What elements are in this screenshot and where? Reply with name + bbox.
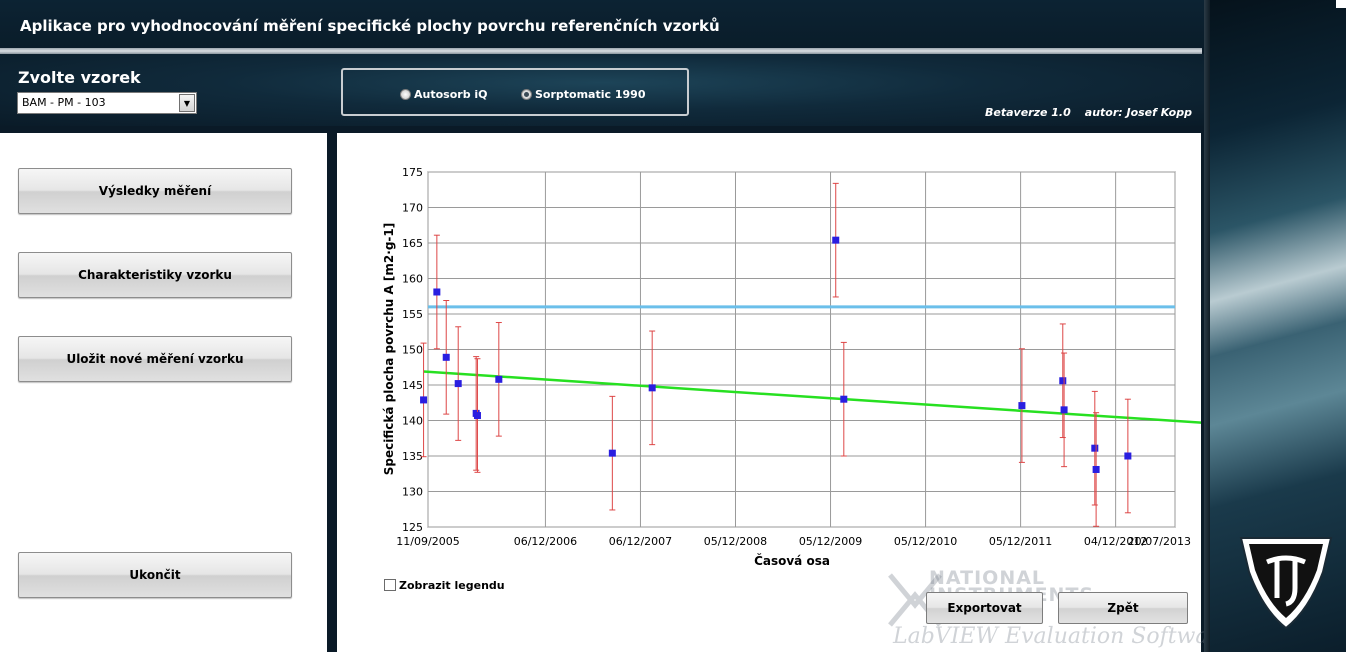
version-label: Betaverze 1.0	[985, 106, 1071, 119]
y-tick-label: 155	[402, 308, 423, 321]
radio-autosorb-label: Autosorb iQ	[414, 88, 488, 101]
sample-label: Zvolte vzorek	[18, 68, 141, 87]
x-tick-label: 05/12/2011	[989, 535, 1052, 548]
x-tick-label: 05/12/2010	[894, 535, 957, 548]
x-tick-label: 06/12/2006	[514, 535, 577, 548]
data-point	[433, 288, 441, 296]
data-point	[420, 396, 428, 404]
data-point	[832, 236, 840, 244]
y-tick-label: 125	[402, 521, 423, 534]
back-button[interactable]: Zpět	[1058, 592, 1188, 624]
sample-select-value: BAM - PM - 103	[22, 96, 106, 109]
data-point	[473, 412, 481, 420]
data-point	[1092, 465, 1100, 473]
device-selector: Autosorb iQ Sorptomatic 1990	[341, 68, 689, 116]
radio-button-checked-icon[interactable]	[521, 89, 532, 100]
y-tick-label: 160	[402, 273, 423, 286]
university-logo-icon	[1239, 537, 1333, 630]
radio-autosorb[interactable]: Autosorb iQ	[400, 88, 488, 101]
title-bar: Aplikace pro vyhodnocování měření specif…	[0, 0, 1204, 50]
y-tick-label: 145	[402, 379, 423, 392]
y-tick-label: 150	[402, 344, 423, 357]
chart-panel: 125 130 135 140 145 150 155 160 165 170 175 11/09/2…	[337, 133, 1232, 652]
radio-button-icon[interactable]	[400, 89, 411, 100]
y-tick-label: 130	[402, 486, 423, 499]
header-panel: Zvolte vzorek BAM - PM - 103 ▼ Autosorb …	[0, 54, 1204, 126]
data-point	[1060, 406, 1068, 414]
radio-sorptomatic-label: Sorptomatic 1990	[535, 88, 646, 101]
app-title: Aplikace pro vyhodnocování měření specif…	[20, 17, 720, 35]
y-tick-label: 140	[402, 415, 423, 428]
x-tick-label: 05/12/2009	[799, 535, 862, 548]
data-point	[442, 353, 450, 361]
y-tick-label: 170	[402, 202, 423, 215]
sample-select[interactable]: BAM - PM - 103 ▼	[17, 92, 197, 114]
side-band-edge	[1204, 0, 1210, 652]
radio-sorptomatic[interactable]: Sorptomatic 1990	[521, 88, 645, 101]
x-axis-label: Časová osa	[754, 553, 830, 568]
data-point	[454, 380, 462, 388]
show-legend-checkbox[interactable]: Zobrazit legendu	[384, 579, 505, 592]
side-band-corner	[1336, 0, 1346, 8]
y-axis-label: Specifická plocha povrchu A [m2·g-1]	[382, 223, 396, 475]
x-tick-label: 11/09/2005	[396, 535, 459, 548]
measurement-chart: 125 130 135 140 145 150 155 160 165 170 175 11/09/2…	[382, 166, 1201, 568]
quit-button[interactable]: Ukončit	[18, 552, 292, 598]
watermark-line3: LabVIEW Evaluation Software	[893, 624, 1233, 649]
y-tick-label: 165	[402, 237, 423, 250]
data-point	[1091, 444, 1099, 452]
data-point	[840, 395, 848, 403]
dropdown-arrow-icon[interactable]: ▼	[179, 94, 195, 112]
data-point	[1018, 402, 1026, 410]
data-point	[495, 375, 503, 383]
export-button[interactable]: Exportovat	[926, 592, 1043, 624]
x-tick-label: 05/12/2008	[704, 535, 767, 548]
version-info: Betaverze 1.0 autor: Josef Kopp	[971, 106, 1192, 119]
save-measurement-button[interactable]: Uložit nové měření vzorku	[18, 336, 292, 382]
results-button[interactable]: Výsledky měření	[18, 168, 292, 214]
y-tick-label: 175	[402, 166, 423, 179]
data-point	[1124, 452, 1132, 460]
data-point	[648, 384, 656, 392]
sample-characteristics-button[interactable]: Charakteristiky vzorku	[18, 252, 292, 298]
show-legend-label: Zobrazit legendu	[399, 579, 505, 592]
x-tick-label: 20/07/2013	[1128, 535, 1191, 548]
x-tick-label: 06/12/2007	[609, 535, 672, 548]
checkbox-icon[interactable]	[384, 579, 396, 591]
application-window: Aplikace pro vyhodnocování měření specif…	[0, 0, 1232, 652]
left-panel: Výsledky měření Charakteristiky vzorku U…	[0, 133, 327, 652]
y-tick-label: 135	[402, 450, 423, 463]
author-label: autor: Josef Kopp	[1084, 106, 1192, 119]
data-point	[608, 449, 616, 457]
data-point	[1059, 377, 1067, 385]
